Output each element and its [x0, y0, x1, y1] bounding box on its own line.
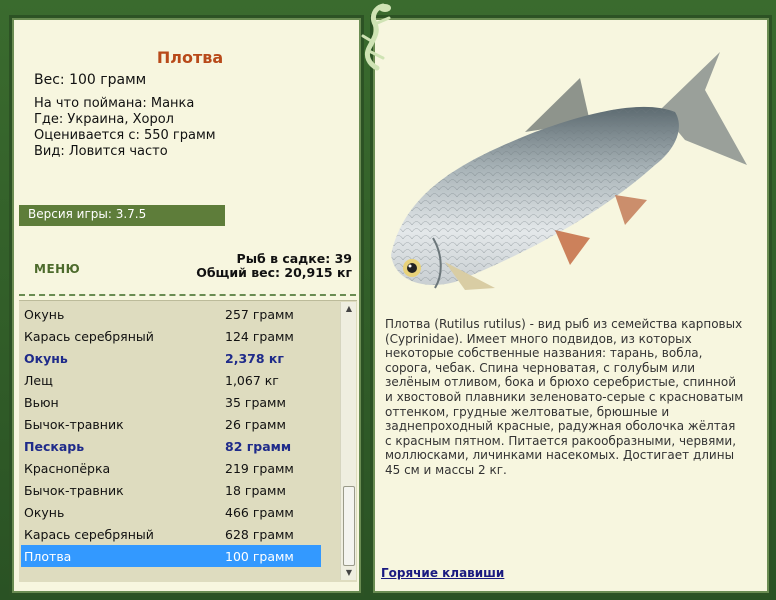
scroll-thumb[interactable]: [343, 486, 355, 566]
fish-value: Оценивается с: 550 грамм: [34, 128, 216, 143]
list-item[interactable]: Карась серебряный 628 грамм: [21, 523, 321, 545]
list-item-weight: 100 грамм: [225, 549, 294, 564]
list-item-weight: 18 грамм: [225, 483, 286, 498]
fish-location: Где: Украина, Хорол: [34, 112, 174, 127]
fish-name-title: Плотва: [156, 48, 224, 67]
fish-picture: [391, 52, 747, 290]
fish-kind: Вид: Ловится часто: [34, 144, 168, 159]
list-item[interactable]: Плотва 100 грамм: [21, 545, 321, 567]
list-item-fish-name: Пескарь: [24, 439, 85, 454]
list-item-fish-name: Окунь: [24, 351, 68, 366]
list-item-fish-name: Карась серебряный: [24, 329, 154, 344]
catch-list[interactable]: Окунь 257 грамм Карась серебряный 124 грамм…: [19, 300, 357, 582]
list-item-fish-name: Бычок-травник: [24, 483, 124, 498]
list-item-weight: 124 грамм: [225, 329, 294, 344]
list-item[interactable]: Вьюн 35 грамм: [21, 391, 321, 413]
scroll-up-icon[interactable]: ▲: [341, 302, 357, 316]
list-item-fish-name: Краснопёрка: [24, 461, 111, 476]
list-item[interactable]: Лещ 1,067 кг: [21, 369, 321, 391]
list-item[interactable]: Пескарь 82 грамм: [21, 435, 321, 457]
list-item-weight: 257 грамм: [225, 307, 294, 322]
list-item-fish-name: Карась серебряный: [24, 527, 154, 542]
list-item-fish-name: Окунь: [24, 307, 65, 322]
list-item[interactable]: Бычок-травник 18 грамм: [21, 479, 321, 501]
list-item[interactable]: Краснопёрка 219 грамм: [21, 457, 321, 479]
list-item-weight: 628 грамм: [225, 527, 294, 542]
fish-bait: На что поймана: Манка: [34, 96, 195, 111]
list-item-fish-name: Лещ: [24, 373, 53, 388]
list-item-fish-name: Окунь: [24, 505, 65, 520]
hotkeys-link[interactable]: Горячие клавиши: [381, 566, 504, 580]
list-item[interactable]: Окунь 2,378 кг: [21, 347, 321, 369]
scrollbar[interactable]: ▲ ▼: [340, 302, 356, 580]
total-weight: Общий вес: 20,915 кг: [196, 265, 352, 280]
list-item-weight: 466 грамм: [225, 505, 294, 520]
fish-weight: Вес: 100 грамм: [34, 72, 147, 88]
list-item-weight: 219 грамм: [225, 461, 294, 476]
divider: [19, 294, 356, 296]
list-item-weight: 2,378 кг: [225, 351, 284, 366]
list-item-weight: 1,067 кг: [225, 373, 279, 388]
list-item[interactable]: Бычок-травник 26 грамм: [21, 413, 321, 435]
fish-count: Рыб в садке: 39: [236, 251, 352, 266]
fish-description: Плотва (Rutilus rutilus) - вид рыб из се…: [385, 317, 744, 477]
list-item-weight: 26 грамм: [225, 417, 286, 432]
list-item[interactable]: Окунь 257 грамм: [21, 303, 321, 325]
list-item-fish-name: Вьюн: [24, 395, 59, 410]
list-item-weight: 82 грамм: [225, 439, 292, 454]
menu-button[interactable]: МЕНЮ: [34, 262, 80, 276]
scroll-down-icon[interactable]: ▼: [341, 566, 357, 580]
version-bar: Версия игры: 3.7.5: [19, 205, 225, 226]
list-item-fish-name: Бычок-травник: [24, 417, 124, 432]
list-item[interactable]: Окунь 466 грамм: [21, 501, 321, 523]
list-item-fish-name: Плотва: [24, 549, 72, 564]
list-item[interactable]: Карась серебряный 124 грамм: [21, 325, 321, 347]
list-item-weight: 35 грамм: [225, 395, 286, 410]
